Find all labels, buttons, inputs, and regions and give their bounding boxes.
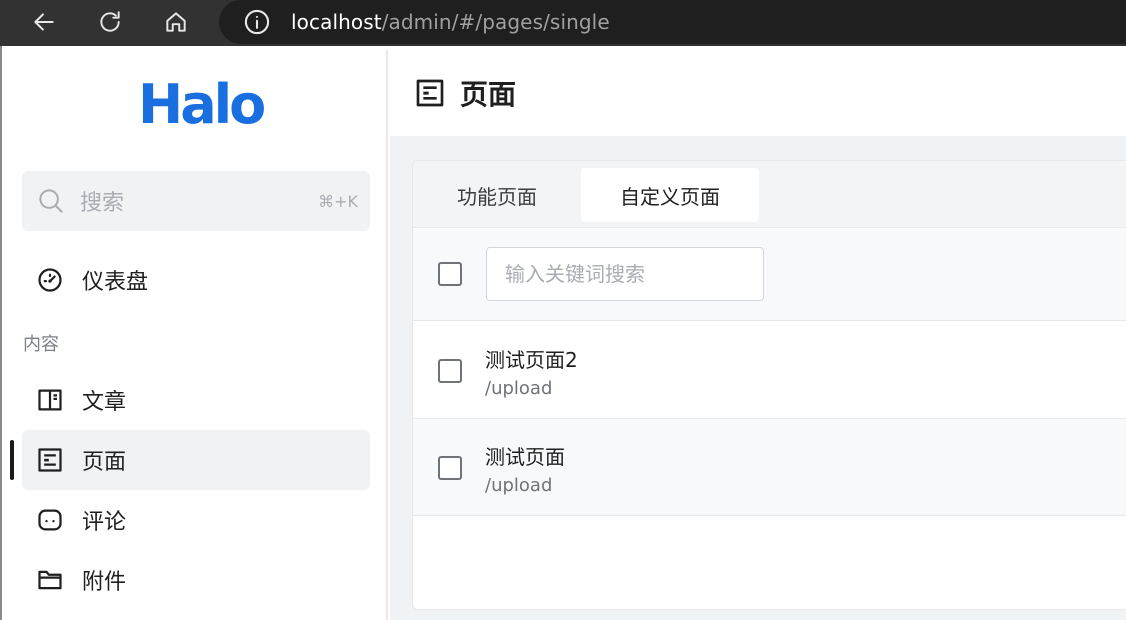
sidebar-item-comments[interactable]: 评论 [22, 490, 370, 550]
page-header: 页面 [390, 50, 1126, 136]
tab-bar: 功能页面 自定义页面 [413, 161, 1126, 228]
url-text: localhost/admin/#/pages/single [291, 10, 610, 34]
reload-button[interactable] [91, 4, 129, 40]
page-icon [36, 446, 64, 474]
reload-icon [100, 11, 120, 32]
url-host: localhost [291, 10, 382, 34]
sidebar: Halo 搜索 ⌘+K 仪表盘 内容 文章 页面 评论 附件 [4, 50, 388, 620]
row-title[interactable]: 测试页面 [485, 441, 565, 470]
sidebar-item-label: 仪表盘 [82, 270, 149, 295]
sidebar-item-posts[interactable]: 文章 [22, 370, 370, 430]
page-title: 页面 [460, 78, 517, 111]
row-checkbox[interactable] [438, 456, 462, 480]
sidebar-item-label: 文章 [82, 390, 127, 415]
browser-toolbar: localhost/admin/#/pages/single [0, 0, 1126, 46]
page-icon [414, 77, 446, 109]
search-icon [36, 186, 66, 216]
main-content: 页面 功能页面 自定义页面 测试页面2 /upload 测试页面 /upload [390, 50, 1126, 620]
list-item[interactable]: 测试页面2 /upload [413, 322, 1126, 419]
sidebar-item-label: 页面 [82, 450, 127, 475]
tab-functional-pages[interactable]: 功能页面 [413, 168, 581, 222]
search-button[interactable]: 搜索 ⌘+K [22, 171, 370, 231]
sidebar-item-dashboard[interactable]: 仪表盘 [22, 250, 370, 310]
book-icon [36, 386, 64, 414]
keyword-search-input[interactable] [486, 247, 764, 301]
sidebar-item-label: 评论 [82, 510, 127, 535]
sidebar-item-label: 附件 [82, 570, 127, 595]
row-checkbox[interactable] [438, 359, 462, 383]
dashboard-icon [36, 266, 64, 294]
select-all-checkbox[interactable] [438, 262, 462, 286]
row-title[interactable]: 测试页面2 [485, 344, 578, 373]
row-path: /upload [485, 475, 553, 496]
home-button[interactable] [157, 4, 195, 40]
list-item[interactable]: 测试页面 /upload [413, 419, 1126, 516]
pages-card: 功能页面 自定义页面 测试页面2 /upload 测试页面 /upload [412, 160, 1126, 610]
list-toolbar [413, 229, 1126, 321]
address-bar[interactable]: localhost/admin/#/pages/single [219, 0, 1126, 44]
row-path: /upload [485, 378, 553, 399]
tab-custom-pages[interactable]: 自定义页面 [581, 168, 759, 222]
url-path: /admin/#/pages/single [381, 10, 610, 34]
group-label-content: 内容 [23, 334, 59, 355]
back-button[interactable] [25, 4, 63, 40]
sidebar-item-pages[interactable]: 页面 [22, 430, 370, 490]
comment-icon [36, 506, 64, 534]
folder-icon [36, 566, 64, 594]
app-window: Halo 搜索 ⌘+K 仪表盘 内容 文章 页面 评论 附件 页面 功能页面 自… [0, 46, 1126, 620]
home-icon [166, 12, 186, 32]
logo[interactable]: Halo [138, 78, 266, 132]
back-icon [34, 13, 54, 31]
search-shortcut: ⌘+K [318, 191, 358, 211]
search-label: 搜索 [80, 191, 125, 216]
info-icon[interactable] [243, 8, 271, 36]
active-indicator [10, 440, 14, 480]
sidebar-item-attachments[interactable]: 附件 [22, 550, 370, 610]
